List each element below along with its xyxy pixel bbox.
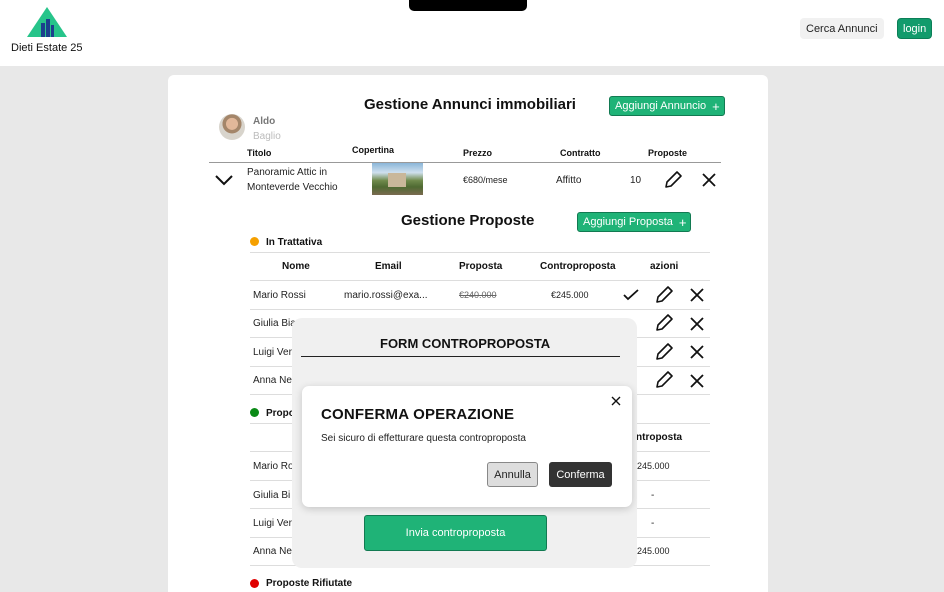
column-header-actions: azioni bbox=[650, 261, 679, 272]
column-header-name: Nome bbox=[282, 261, 310, 272]
column-header-counter: ntroposta bbox=[636, 432, 683, 443]
reject-icon[interactable] bbox=[690, 345, 704, 359]
offer-amount: €240.000 bbox=[459, 290, 497, 300]
column-header-email: Email bbox=[375, 261, 402, 272]
accepted-counter: 245.000 bbox=[637, 546, 670, 556]
dialog-title: CONFERMA OPERAZIONE bbox=[321, 406, 515, 423]
reject-icon[interactable] bbox=[690, 317, 704, 331]
table-divider bbox=[250, 252, 710, 253]
accepted-name: Giulia Bi bbox=[253, 490, 291, 501]
brand-name: Dieti Estate 25 bbox=[11, 42, 83, 54]
offers-title: Gestione Proposte bbox=[401, 212, 535, 229]
section-label-accepted: Propo bbox=[266, 408, 295, 419]
listing-contract: Affitto bbox=[556, 175, 582, 186]
accepted-counter: 245.000 bbox=[637, 461, 670, 471]
confirm-button[interactable]: Conferma bbox=[549, 462, 612, 487]
accepted-name: Mario Ro bbox=[253, 461, 294, 472]
column-header-offer: Proposta bbox=[459, 261, 503, 272]
logo-icon[interactable] bbox=[26, 6, 68, 38]
section-label-negotiating: In Trattativa bbox=[266, 237, 323, 248]
page-title: Gestione Annunci immobiliari bbox=[364, 96, 576, 113]
column-header-contract: Contratto bbox=[560, 148, 601, 158]
status-dot-negotiating bbox=[250, 237, 259, 246]
form-divider bbox=[301, 356, 620, 357]
plus-icon: + bbox=[712, 98, 720, 114]
edit-icon[interactable] bbox=[655, 371, 673, 389]
offer-name: Mario Rossi bbox=[253, 290, 306, 301]
plus-icon: + bbox=[678, 214, 687, 230]
status-dot-accepted bbox=[250, 408, 259, 417]
send-counter-offer-button[interactable]: Invia controproposta bbox=[364, 515, 547, 551]
column-header-offers: Proposte bbox=[648, 148, 688, 158]
chevron-down-icon[interactable] bbox=[215, 174, 233, 186]
avatar[interactable] bbox=[219, 114, 245, 140]
search-listings-button[interactable]: Cerca Annunci bbox=[800, 18, 884, 39]
offer-name: Giulia Bia bbox=[253, 318, 296, 329]
section-label-rejected: Proposte Rifiutate bbox=[266, 578, 353, 589]
column-header-price: Prezzo bbox=[463, 148, 493, 158]
user-first-name: Aldo bbox=[253, 116, 276, 127]
login-button[interactable]: login bbox=[897, 18, 933, 39]
column-header-cover: Copertina bbox=[352, 145, 395, 155]
reject-icon[interactable] bbox=[690, 374, 704, 388]
accepted-name: Luigi Ver bbox=[253, 518, 292, 529]
user-last-name: Baglio bbox=[253, 131, 281, 142]
confirm-dialog: CONFERMA OPERAZIONE Sei sicuro di effett… bbox=[302, 386, 632, 507]
add-offer-button[interactable]: Aggiungi Proposta + bbox=[577, 212, 691, 232]
top-notch bbox=[409, 0, 527, 11]
table-divider bbox=[250, 280, 710, 281]
counter-offer-amount: €245.000 bbox=[551, 290, 589, 300]
edit-icon[interactable] bbox=[655, 343, 673, 361]
status-dot-rejected bbox=[250, 579, 259, 588]
offer-name: Anna Ne bbox=[253, 375, 292, 386]
table-divider bbox=[250, 309, 710, 310]
column-header-counter: Controproposta bbox=[540, 261, 616, 272]
dialog-message: Sei sicuro di effetturare questa controp… bbox=[321, 433, 526, 444]
add-listing-button[interactable]: Aggiungi Annuncio + bbox=[609, 96, 725, 116]
listing-title-line1: Panoramic Attic in bbox=[247, 167, 328, 178]
edit-icon[interactable] bbox=[655, 314, 673, 332]
counter-offer-form-title: FORM CONTROPROPOSTA bbox=[380, 336, 551, 351]
edit-icon[interactable] bbox=[664, 171, 682, 189]
add-offer-label: Aggiungi Proposta bbox=[583, 216, 673, 228]
delete-icon[interactable] bbox=[702, 173, 716, 187]
accept-icon[interactable] bbox=[623, 289, 639, 301]
reject-icon[interactable] bbox=[690, 288, 704, 302]
listing-cover-image bbox=[372, 163, 423, 195]
offer-email: mario.rossi@exa... bbox=[344, 290, 428, 301]
add-listing-label: Aggiungi Annuncio bbox=[615, 100, 707, 112]
table-divider bbox=[209, 162, 721, 163]
edit-icon[interactable] bbox=[655, 286, 673, 304]
offer-name: Luigi Ver bbox=[253, 347, 292, 358]
accepted-counter: - bbox=[651, 490, 655, 501]
listing-offers-count: 10 bbox=[630, 175, 642, 186]
top-bar: Dieti Estate 25 Cerca Annunci login bbox=[0, 0, 944, 66]
column-header-title: Titolo bbox=[247, 148, 272, 158]
listing-price: €680/mese bbox=[463, 175, 508, 185]
listing-title-line2: Monteverde Vecchio bbox=[247, 182, 338, 193]
accepted-name: Anna Ne bbox=[253, 546, 292, 557]
accepted-counter: - bbox=[651, 518, 655, 529]
close-icon[interactable] bbox=[611, 396, 621, 406]
cancel-button[interactable]: Annulla bbox=[487, 462, 538, 487]
